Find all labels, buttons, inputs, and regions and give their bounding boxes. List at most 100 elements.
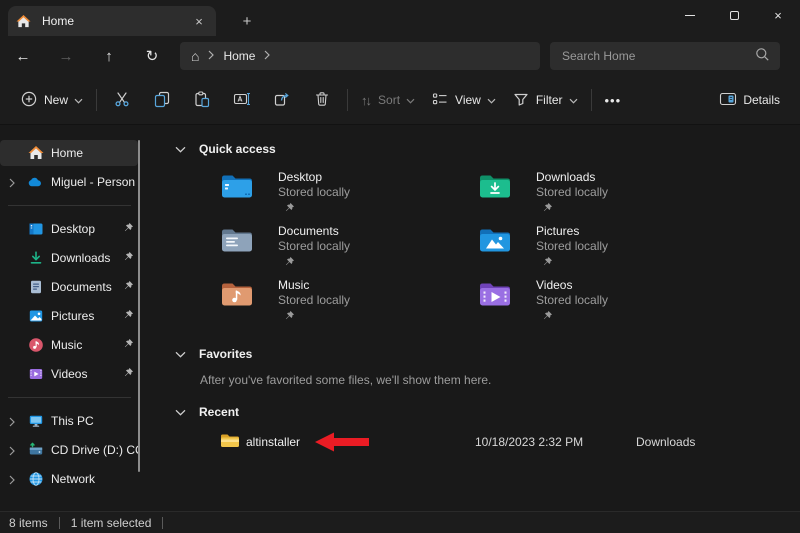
search-input[interactable] [560,48,755,64]
chevron-right-icon [208,49,214,63]
sidebar-item-downloads[interactable]: Downloads [0,245,138,271]
breadcrumb-item-home[interactable]: Home [223,49,255,63]
sidebar-item-desktop[interactable]: Desktop [0,216,138,242]
pin-icon [542,256,608,270]
status-divider [59,517,60,529]
sidebar-item-pictures[interactable]: Pictures [0,303,138,329]
paste-button[interactable] [182,83,222,117]
pin-icon [542,202,608,216]
section-recent[interactable]: Recent [143,404,800,420]
delete-button[interactable] [302,83,342,117]
new-label: New [44,93,68,107]
chevron-down-icon [74,93,83,107]
section-favorites[interactable]: Favorites [143,346,800,362]
sidebar-label: Downloads [51,251,123,265]
trash-icon [313,90,331,111]
breadcrumb-home-icon[interactable]: ⌂ [191,49,199,63]
recent-file-row[interactable]: altinstaller 10/18/2023 2:32 PM Download… [143,429,800,455]
quick-access-grid: Desktop Stored locally Downloads Stored … [220,170,800,332]
tile-name: Pictures [536,224,608,239]
toolbar-divider [591,89,592,111]
tile-pictures[interactable]: Pictures Stored locally [478,224,736,278]
sidebar-item-this-pc[interactable]: This PC [0,408,138,434]
red-arrow-annotation [315,432,370,455]
pin-icon [284,256,350,270]
back-button[interactable]: ← [6,41,40,71]
sidebar-divider [8,205,131,206]
tile-documents[interactable]: Documents Stored locally [220,224,478,278]
sidebar-scrollbar[interactable] [138,140,140,472]
tile-downloads[interactable]: Downloads Stored locally [478,170,736,224]
new-button[interactable]: New [12,84,91,117]
new-tab-button[interactable]: + [234,9,260,33]
sidebar-item-home[interactable]: Home [0,140,138,166]
videos-folder-icon [478,280,512,308]
sidebar-item-videos[interactable]: Videos [0,361,138,387]
view-button[interactable]: View [423,84,504,117]
desktop-icon [28,221,44,237]
up-button[interactable]: ↑ [92,41,126,71]
tile-desktop[interactable]: Desktop Stored locally [220,170,478,224]
search-icon[interactable] [755,47,770,65]
share-button[interactable] [262,83,302,117]
sidebar-item-onedrive[interactable]: Miguel - Person [0,169,138,195]
copy-button[interactable] [142,83,182,117]
sidebar-item-network[interactable]: Network [0,466,138,492]
tile-status: Stored locally [536,185,608,200]
command-bar: New ↑↓ Sort View Filter ••• Deta [0,76,800,125]
breadcrumb[interactable]: ⌂ Home [180,42,540,70]
file-list-pane: Quick access Desktop Stored locally Down… [143,126,800,511]
refresh-button[interactable]: ↻ [135,41,169,71]
tile-status: Stored locally [278,239,350,254]
rename-icon [233,90,251,111]
home-icon [28,145,44,161]
search-box[interactable] [550,42,780,70]
rename-button[interactable] [222,83,262,117]
minimize-button[interactable] [668,0,712,31]
tile-name: Music [278,278,350,293]
forward-button[interactable]: → [49,41,83,71]
recent-file-date: 10/18/2023 2:32 PM [475,435,583,449]
chevron-down-icon[interactable] [175,351,186,358]
sort-arrows-icon: ↑↓ [361,93,370,108]
home-icon [16,13,32,29]
chevron-right-icon [264,49,270,63]
tile-name: Desktop [278,170,350,185]
sidebar-item-music[interactable]: Music [0,332,138,358]
pin-icon [123,251,134,265]
section-quick-access[interactable]: Quick access [143,141,800,157]
recent-file-location[interactable]: Downloads [636,435,695,449]
cd-drive-icon [28,442,44,458]
pin-icon [284,310,350,324]
desktop-folder-icon [220,172,254,200]
sidebar-label: CD Drive (D:) CC [51,443,138,457]
tile-status: Stored locally [278,293,350,308]
sidebar-item-cd-drive[interactable]: CD Drive (D:) CC [0,437,138,463]
chevron-right-icon[interactable] [9,177,15,191]
chevron-down-icon[interactable] [175,146,186,153]
chevron-down-icon[interactable] [175,409,186,416]
sidebar-label: This PC [51,414,138,428]
details-pane-icon [719,90,737,111]
tab-close-icon[interactable]: × [190,12,208,30]
details-button[interactable]: Details [711,84,788,117]
section-title: Recent [199,405,239,419]
filter-button[interactable]: Filter [504,84,586,117]
chevron-right-icon[interactable] [9,416,15,430]
cut-button[interactable] [102,83,142,117]
navigation-pane: Home Miguel - Person Desktop Downloads D… [0,126,143,511]
chevron-right-icon[interactable] [9,445,15,459]
sidebar-label: Documents [51,280,123,294]
sort-button[interactable]: ↑↓ Sort [353,87,423,114]
more-options-button[interactable]: ••• [597,87,630,114]
sidebar-item-documents[interactable]: Documents [0,274,138,300]
tab-home[interactable]: Home × [8,6,216,36]
close-button[interactable]: × [756,0,800,31]
downloads-icon [28,250,44,266]
maximize-button[interactable] [712,0,756,31]
tile-music[interactable]: Music Stored locally [220,278,478,332]
tile-videos[interactable]: Videos Stored locally [478,278,736,332]
chevron-right-icon[interactable] [9,474,15,488]
recent-file-name[interactable]: altinstaller [246,435,300,449]
sidebar-label: Music [51,338,123,352]
